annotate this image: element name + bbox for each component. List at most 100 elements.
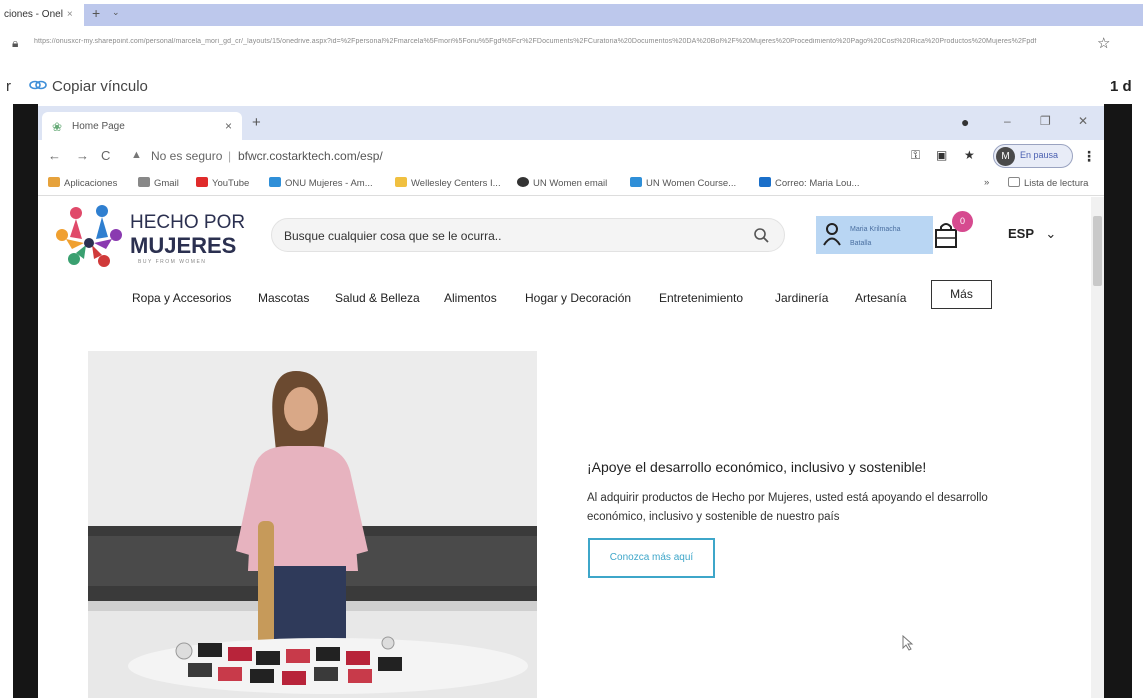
- reload-icon[interactable]: C: [101, 148, 110, 163]
- bookmark-label: Gmail: [154, 178, 179, 189]
- nav-salud-belleza[interactable]: Salud & Belleza: [335, 291, 420, 305]
- bookmark-youtube[interactable]: YouTube: [196, 177, 249, 189]
- outer-tab-strip-background: [80, 4, 1143, 26]
- language-selector[interactable]: ESP ⌄: [1008, 226, 1056, 242]
- inner-tab-title: Home Page: [72, 121, 125, 132]
- bookmark-wellesley[interactable]: Wellesley Centers I...: [395, 177, 501, 189]
- mouse-cursor-icon: [902, 635, 914, 651]
- inner-browser-tab[interactable]: ❀ Home Page ×: [42, 112, 242, 140]
- site-favicon-icon: ❀: [52, 120, 63, 134]
- bookmark-gmail[interactable]: Gmail: [138, 177, 179, 189]
- bookmark-label: ONU Mujeres - Am...: [285, 178, 373, 189]
- bookmark-label: YouTube: [212, 178, 250, 189]
- outer-tab-title: ciones - Onel: [4, 9, 63, 20]
- screenshot-frame-left: [13, 104, 38, 698]
- lock-icon[interactable]: 🔒︎: [12, 36, 18, 51]
- forward-arrow-icon[interactable]: →: [76, 148, 89, 163]
- outer-url-field[interactable]: https://onusxcr-my.sharepoint.com/person…: [34, 38, 1074, 45]
- outer-tab-menu-icon[interactable]: ⌄: [112, 7, 120, 18]
- nav-entretenimiento[interactable]: Entretenimiento: [659, 291, 743, 305]
- onu-mujeres-icon: [269, 177, 281, 187]
- bookmark-label: UN Women Course...: [646, 178, 737, 189]
- nav-ropa-accesorios[interactable]: Ropa y Accesorios: [132, 291, 231, 305]
- nav-alimentos[interactable]: Alimentos: [444, 291, 497, 305]
- website-page: HECHO POR MUJERES BUY FROM WOMEN Busque …: [38, 197, 1104, 698]
- logo-tagline: BUY FROM WOMEN: [138, 259, 207, 265]
- nav-more-button[interactable]: Más: [931, 280, 992, 309]
- gmail-icon: [138, 177, 150, 187]
- restore-icon[interactable]: ❐: [1040, 114, 1051, 128]
- site-search-bar[interactable]: Busque cualquier cosa que se le ocurra..: [271, 218, 785, 252]
- bookmark-correo[interactable]: Correo: Maria Lou...: [759, 177, 859, 189]
- inner-address-bar: ← → C ▲ No es seguro | bfwcr.costarktech…: [38, 140, 1104, 172]
- bookmark-un-women-course[interactable]: UN Women Course...: [630, 177, 736, 189]
- copy-link-button[interactable]: Copiar vínculo: [52, 78, 148, 95]
- nav-hogar-decoracion[interactable]: Hogar y Decoración: [525, 291, 631, 305]
- onedrive-command-bar: r Copiar vínculo 1 d: [0, 74, 1143, 100]
- command-bar-truncated-text: r: [6, 78, 11, 95]
- search-input[interactable]: Busque cualquier cosa que se le ocurra..: [284, 229, 501, 243]
- logo-text-line1[interactable]: HECHO POR: [130, 212, 245, 234]
- bookmark-label: Wellesley Centers I...: [411, 178, 501, 189]
- nav-jardineria[interactable]: Jardinería: [775, 291, 828, 305]
- not-secure-label[interactable]: No es seguro: [151, 149, 222, 163]
- bookmarks-bar: Aplicaciones Gmail YouTube ONU Mujeres -…: [38, 172, 1104, 196]
- user-name-line1: Maria Krilmacha: [850, 226, 901, 233]
- bookmark-un-women-email[interactable]: UN Women email: [517, 177, 607, 189]
- window-close-icon[interactable]: ✕: [1078, 114, 1088, 128]
- inner-new-tab-button[interactable]: +: [252, 114, 261, 131]
- hero-photo: [88, 351, 537, 698]
- nav-artesania[interactable]: Artesanía: [855, 291, 906, 305]
- bookmark-star-icon[interactable]: ☆: [1097, 34, 1110, 52]
- star-icon[interactable]: ★: [964, 148, 975, 162]
- user-account-button[interactable]: Maria Krilmacha Batalla: [816, 216, 933, 254]
- record-indicator-icon: ●: [961, 114, 970, 130]
- address-separator: |: [228, 149, 232, 163]
- link-icon[interactable]: [29, 78, 47, 92]
- hecho-por-mujeres-logo-icon[interactable]: [52, 201, 126, 279]
- logo-text-line2[interactable]: MUJERES: [130, 233, 236, 259]
- un-women-email-icon: [517, 177, 529, 187]
- inner-tab-strip: ❀ Home Page × + ● – ❐ ✕: [38, 106, 1104, 140]
- reading-list-label: Lista de lectura: [1024, 178, 1089, 189]
- bookmark-label: Correo: Maria Lou...: [775, 178, 860, 189]
- outlook-icon: [759, 177, 771, 187]
- learn-more-button[interactable]: Conozca más aquí: [588, 538, 715, 578]
- inner-tab-close-icon[interactable]: ×: [225, 119, 232, 133]
- nav-mascotas[interactable]: Mascotas: [258, 291, 309, 305]
- chevron-down-icon: ⌄: [1045, 226, 1057, 241]
- profile-avatar: M: [996, 147, 1015, 166]
- profile-status: En pausa: [1020, 150, 1059, 160]
- embedded-browser-screenshot: ❀ Home Page × + ● – ❐ ✕ ← → C ▲ No es se…: [38, 106, 1104, 698]
- cast-icon[interactable]: ▣: [936, 148, 947, 162]
- cart-count-badge: 0: [952, 211, 973, 232]
- outer-tab-close-icon[interactable]: ×: [67, 9, 73, 20]
- outer-new-tab-button[interactable]: +: [92, 5, 100, 21]
- warning-icon[interactable]: ▲: [131, 149, 142, 161]
- search-icon[interactable]: [752, 226, 770, 244]
- bookmark-label: UN Women email: [533, 178, 608, 189]
- user-name-line2: Batalla: [850, 240, 872, 247]
- page-counter: 1 d: [1110, 78, 1132, 95]
- key-icon[interactable]: ⚿: [911, 148, 920, 163]
- bookmark-label: Aplicaciones: [64, 178, 118, 189]
- reading-list-button[interactable]: Lista de lectura: [1008, 177, 1088, 189]
- page-scrollbar-thumb[interactable]: [1093, 216, 1102, 286]
- wellesley-icon: [395, 177, 407, 187]
- kebab-menu-icon[interactable]: ⋮: [1082, 148, 1096, 165]
- outer-browser-tab[interactable]: ciones - Onel ×: [0, 4, 84, 26]
- profile-button[interactable]: M En pausa: [993, 144, 1073, 168]
- language-label: ESP: [1008, 226, 1034, 241]
- user-name: Maria Krilmacha Batalla: [850, 223, 901, 251]
- bookmark-apps[interactable]: Aplicaciones: [48, 177, 117, 189]
- screenshot-frame-right: [1104, 104, 1132, 698]
- bookmark-onu-mujeres[interactable]: ONU Mujeres - Am...: [269, 177, 373, 189]
- more-bookmarks-button[interactable]: »: [984, 177, 989, 188]
- back-arrow-icon[interactable]: ←: [48, 148, 61, 163]
- inner-url-field[interactable]: bfwcr.costarktech.com/esp/: [238, 149, 383, 163]
- apps-grid-icon: [48, 177, 60, 187]
- reading-list-icon: [1008, 177, 1020, 187]
- hero-description: Al adquirir productos de Hecho por Mujer…: [587, 492, 988, 523]
- outer-tab-strip: ciones - Onel × + ⌄: [0, 0, 1143, 27]
- minimize-icon[interactable]: –: [1004, 114, 1011, 128]
